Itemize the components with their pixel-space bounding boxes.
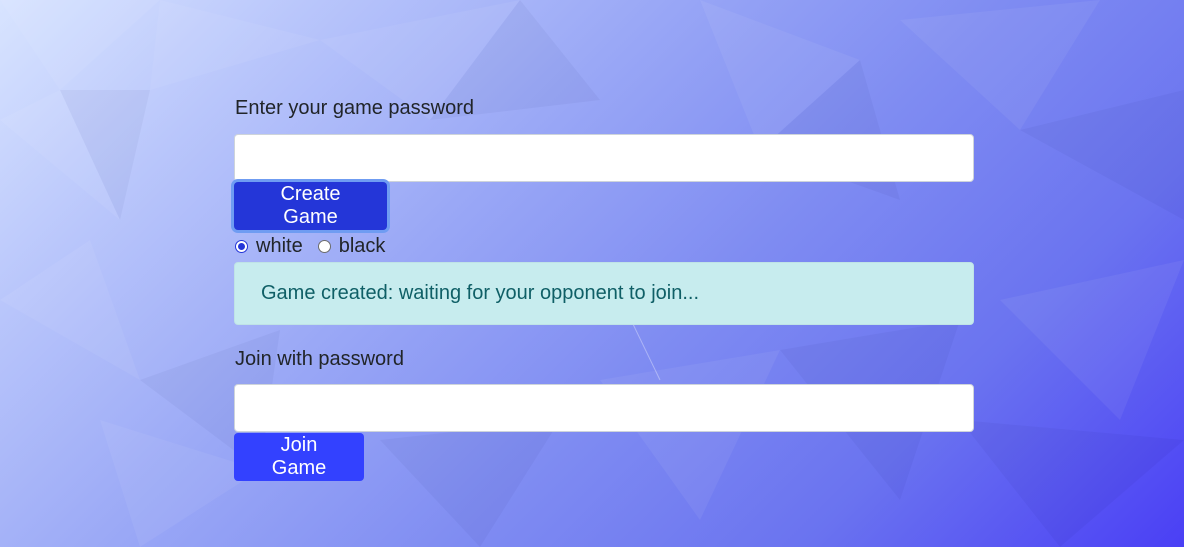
status-message: Game created: waiting for your opponent … bbox=[261, 282, 700, 304]
white-radio[interactable] bbox=[235, 239, 248, 253]
black-radio-label[interactable]: black bbox=[339, 235, 386, 258]
create-game-button[interactable]: Create Game bbox=[234, 182, 387, 230]
join-game-button[interactable]: Join Game bbox=[234, 433, 364, 481]
create-password-input[interactable] bbox=[234, 134, 974, 182]
black-radio[interactable] bbox=[317, 239, 331, 253]
color-option-black[interactable]: black bbox=[317, 235, 386, 258]
color-option-white[interactable]: white bbox=[234, 235, 303, 258]
join-password-label: Join with password bbox=[235, 348, 404, 370]
game-form: Enter your game password Create Game whi… bbox=[234, 92, 974, 481]
white-radio-label[interactable]: white bbox=[256, 235, 303, 258]
status-alert: Game created: waiting for your opponent … bbox=[234, 262, 974, 325]
color-selector: white black bbox=[234, 233, 974, 259]
create-password-label: Enter your game password bbox=[235, 97, 475, 119]
join-password-input[interactable] bbox=[234, 384, 974, 432]
